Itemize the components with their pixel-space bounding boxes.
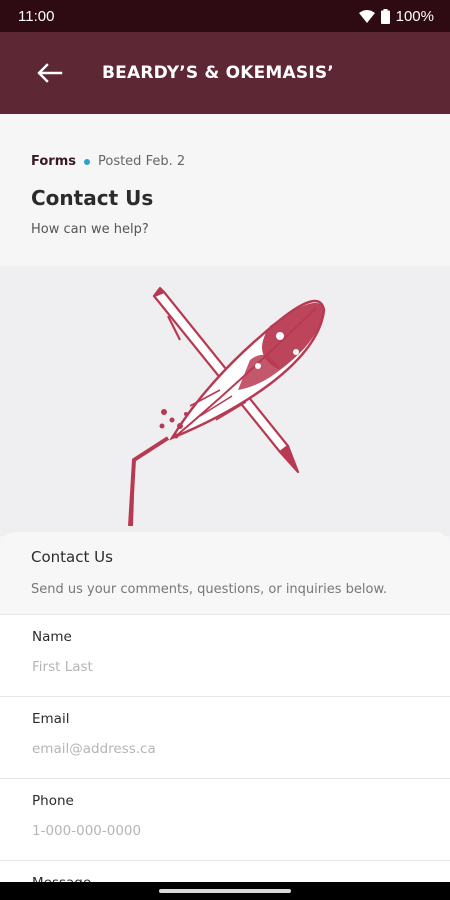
arrow-left-icon: [37, 63, 63, 83]
email-input[interactable]: [32, 741, 418, 757]
battery-level: 100%: [395, 7, 434, 25]
app-title: BEARDY’S & OKEMASIS’: [102, 63, 334, 83]
email-label: Email: [32, 711, 70, 727]
back-button[interactable]: [30, 53, 70, 93]
form-header: Contact Us Send us your comments, questi…: [0, 532, 450, 615]
wifi-icon: [358, 9, 375, 23]
post-image: [0, 266, 450, 536]
status-bar: 11:00 100%: [0, 0, 450, 32]
battery-icon: [380, 8, 390, 24]
status-icons: 100%: [358, 7, 434, 25]
app-bar: BEARDY’S & OKEMASIS’: [0, 32, 450, 114]
form-description: Send us your comments, questions, or inq…: [31, 582, 388, 597]
system-nav-bar: [0, 882, 450, 900]
post-header: Forms Posted Feb. 2 Contact Us How can w…: [0, 114, 450, 266]
post-date: Posted Feb. 2: [97, 154, 186, 169]
separator-dot: [83, 158, 90, 165]
status-time: 11:00: [18, 7, 55, 25]
name-field: Name: [0, 615, 450, 697]
email-field: Email: [0, 697, 450, 779]
page-title: Contact Us: [31, 186, 154, 210]
contact-form: Contact Us Send us your comments, questi…: [0, 532, 450, 900]
phone-field: Phone: [0, 779, 450, 861]
pen-and-feather-illustration: [128, 286, 326, 527]
name-input[interactable]: [32, 659, 418, 675]
home-gesture-handle[interactable]: [159, 889, 291, 893]
page-subtitle: How can we help?: [31, 222, 149, 237]
phone-label: Phone: [32, 793, 74, 809]
phone-input[interactable]: [32, 823, 418, 839]
category-link[interactable]: Forms: [31, 154, 76, 169]
form-title: Contact Us: [31, 548, 113, 566]
name-label: Name: [32, 629, 72, 645]
post-meta: Forms Posted Feb. 2: [31, 154, 185, 169]
